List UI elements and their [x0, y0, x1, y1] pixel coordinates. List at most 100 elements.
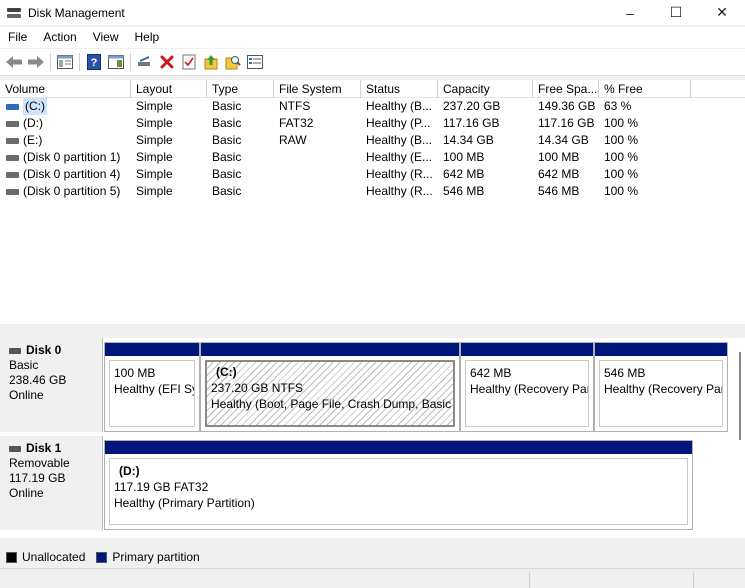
volume-cell-pct: 100 %	[604, 116, 639, 130]
volume-cell-capacity: 237.20 GB	[443, 99, 501, 113]
volume-row[interactable]: (E:) Simple Basic RAW Healthy (B... 14.34 GB 1…	[0, 132, 745, 149]
volume-cell-status: Healthy (R...	[366, 167, 433, 181]
col-status[interactable]: Status	[361, 80, 438, 98]
legend-unallocated: Unallocated	[22, 550, 86, 564]
volume-cell-pct: 100 %	[604, 167, 639, 181]
legend: Unallocated Primary partition	[0, 546, 745, 568]
partition-efi[interactable]: 100 MB Healthy (EFI System Partition)	[104, 342, 200, 432]
volume-cell-pct: 63 %	[604, 99, 632, 113]
partition-size: 642 MB	[470, 366, 512, 380]
menu-help[interactable]: Help	[127, 27, 168, 48]
volume-cell-status: Healthy (P...	[366, 116, 431, 130]
volume-name: (Disk 0 partition 4)	[23, 167, 121, 181]
volume-cell-status: Healthy (B...	[366, 99, 433, 113]
disk-1-label[interactable]: Disk 1 Removable 117.19 GB Online	[0, 436, 103, 530]
forward-icon[interactable]	[25, 51, 47, 73]
drive-icon	[6, 120, 19, 127]
partition-c[interactable]: (C:) 237.20 GB NTFS Healthy (Boot, Page …	[200, 342, 460, 432]
partition-size: 237.20 GB NTFS	[211, 381, 304, 395]
volume-cell-pct: 100 %	[604, 184, 639, 198]
partition-size: 117.19 GB FAT32	[114, 480, 209, 494]
disk-graphical-view: Disk 0 Basic 238.46 GB Online 100 MB Hea…	[0, 338, 745, 538]
partition-recovery-1[interactable]: 642 MB Healthy (Recovery Partition)	[460, 342, 594, 432]
close-button[interactable]: ✕	[699, 0, 745, 25]
volume-cell-type: Basic	[212, 99, 242, 113]
partition-name: (D:)	[119, 464, 140, 478]
disk-state: Online	[9, 486, 44, 500]
volume-cell-status: Healthy (R...	[366, 184, 433, 198]
partition-d[interactable]: (D:) 117.19 GB FAT32 Healthy (Primary Pa…	[104, 440, 693, 530]
volume-cell-free: 642 MB	[538, 167, 580, 181]
disk-0-label[interactable]: Disk 0 Basic 238.46 GB Online	[0, 338, 103, 432]
volume-row[interactable]: (D:) Simple Basic FAT32 Healthy (P... 117.16 …	[0, 115, 745, 132]
volume-row[interactable]: (Disk 0 partition 5) Simple Basic Healthy (…	[0, 183, 745, 200]
disk-size: 117.19 GB	[9, 471, 66, 485]
drive-icon	[6, 154, 19, 161]
volume-list-header: Volume Layout Type File System Status Ca…	[0, 80, 745, 98]
drive-icon	[6, 103, 19, 110]
partition-status: Healthy (Primary Partition)	[114, 496, 255, 510]
menu-file[interactable]: File	[0, 27, 35, 48]
volume-cell-fs: RAW	[279, 133, 307, 147]
search-icon[interactable]	[222, 51, 244, 73]
connect-drive-icon[interactable]	[134, 51, 156, 73]
col-file-system[interactable]: File System	[274, 80, 361, 98]
delete-icon[interactable]	[156, 51, 178, 73]
disk-icon	[9, 347, 21, 354]
legend-primary-partition: Primary partition	[112, 550, 200, 564]
properties-icon[interactable]	[178, 51, 200, 73]
up-icon[interactable]	[200, 51, 222, 73]
volume-row[interactable]: (Disk 0 partition 1) Simple Basic Healthy (…	[0, 149, 745, 166]
partition-status: Healthy (EFI System Partition)	[114, 382, 194, 396]
volume-cell-free: 117.16 GB	[538, 116, 595, 130]
volume-name: (Disk 0 partition 5)	[23, 184, 121, 198]
volume-cell-layout: Simple	[136, 167, 173, 181]
disk-management-icon	[6, 5, 22, 21]
disk-row: Disk 0 Basic 238.46 GB Online 100 MB Hea…	[0, 338, 735, 432]
maximize-button[interactable]: ☐	[653, 0, 699, 25]
show-hide-console-tree-icon[interactable]	[54, 51, 76, 73]
details-view-icon[interactable]	[244, 51, 266, 73]
col-layout[interactable]: Layout	[131, 80, 207, 98]
disk-view-scrollbar[interactable]	[736, 348, 745, 440]
col-percent-free[interactable]: % Free	[599, 80, 691, 98]
partition-size: 546 MB	[604, 366, 646, 380]
volume-name-cell: (C:)	[0, 98, 131, 115]
show-hide-action-pane-icon[interactable]	[105, 51, 127, 73]
menu-view[interactable]: View	[85, 27, 127, 48]
volume-cell-capacity: 642 MB	[443, 167, 485, 181]
menu-bar: File Action View Help	[0, 27, 745, 48]
primary-partition-swatch	[96, 551, 108, 563]
col-free-space[interactable]: Free Spa...	[533, 80, 599, 98]
partition-size: 100 MB	[114, 366, 156, 380]
volume-cell-type: Basic	[212, 184, 242, 198]
minimize-button[interactable]: –	[607, 0, 653, 25]
disk-size: 238.46 GB	[9, 373, 67, 387]
pane-splitter[interactable]	[0, 324, 745, 338]
menu-action[interactable]: Action	[35, 27, 84, 48]
volume-name-cell: (D:)	[0, 115, 131, 132]
volume-row[interactable]: (C:) Simple Basic NTFS Healthy (B... 237.20 G…	[0, 98, 745, 115]
volume-cell-free: 14.34 GB	[538, 133, 589, 147]
col-type[interactable]: Type	[207, 80, 274, 98]
volume-cell-type: Basic	[212, 116, 242, 130]
col-volume[interactable]: Volume	[0, 80, 131, 98]
volume-cell-fs: FAT32	[279, 116, 314, 130]
window-title: Disk Management	[28, 5, 125, 20]
disk-row: Disk 1 Removable 117.19 GB Online (D:) 1…	[0, 436, 735, 530]
volume-name-cell: (E:)	[0, 132, 131, 149]
volume-cell-layout: Simple	[136, 184, 173, 198]
partition-status: Healthy (Recovery Partition)	[604, 382, 722, 396]
volume-row[interactable]: (Disk 0 partition 4) Simple Basic Healthy (…	[0, 166, 745, 183]
partition-recovery-2[interactable]: 546 MB Healthy (Recovery Partition)	[594, 342, 728, 432]
back-icon[interactable]	[3, 51, 25, 73]
partition-name: (C:)	[216, 365, 237, 379]
volume-cell-pct: 100 %	[604, 150, 639, 164]
help-icon[interactable]: ?	[83, 51, 105, 73]
drive-icon	[6, 137, 19, 144]
col-capacity[interactable]: Capacity	[438, 80, 533, 98]
volume-cell-free: 546 MB	[538, 184, 580, 198]
partition-status: Healthy (Recovery Partition)	[470, 382, 588, 396]
title-bar: Disk Management – ☐ ✕	[0, 0, 745, 25]
disk-name: Disk 1	[26, 441, 62, 455]
